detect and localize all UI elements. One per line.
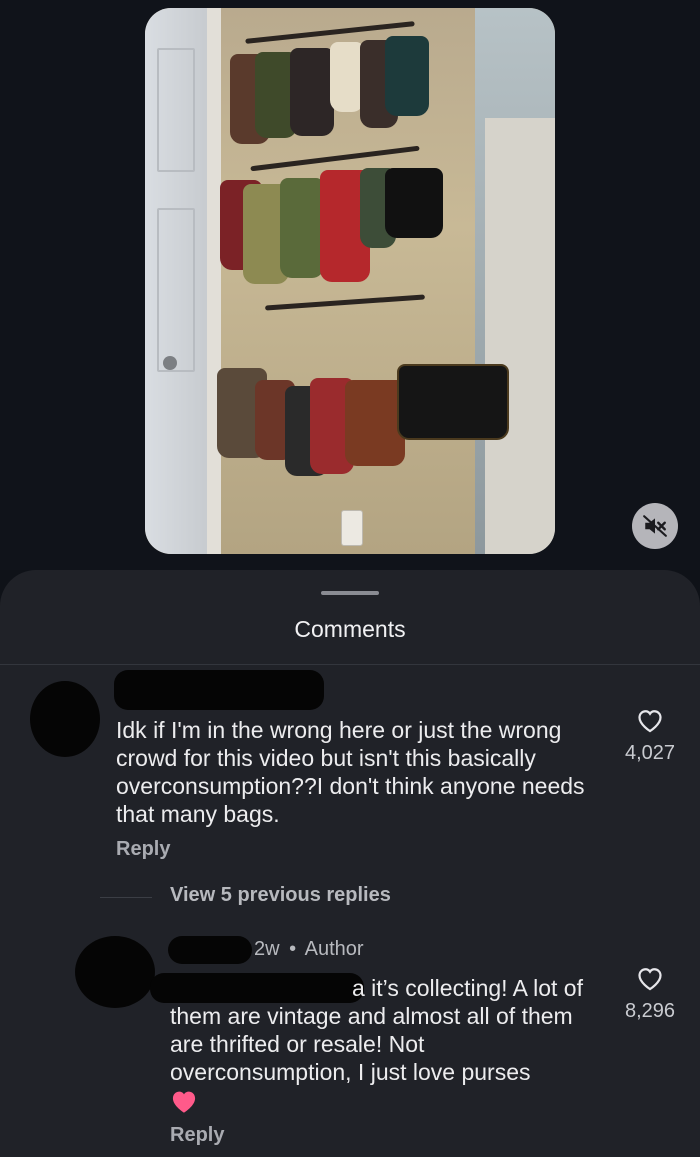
- username-redacted: [168, 936, 252, 964]
- like-button[interactable]: 8,296: [615, 965, 685, 1023]
- bag-rail: [265, 294, 425, 311]
- mute-button[interactable]: [632, 503, 678, 549]
- comment-text: Idk if I'm in the wrong here or just the…: [116, 717, 585, 827]
- meta-separator: •: [289, 938, 297, 960]
- video-player[interactable]: [145, 8, 555, 554]
- volume-muted-icon: [643, 515, 667, 537]
- video-area: [0, 0, 700, 570]
- sheet-drag-handle[interactable]: [321, 591, 379, 595]
- username-redacted: [114, 670, 324, 710]
- divider: [0, 664, 700, 665]
- video-door: [145, 8, 215, 554]
- pink-heart-emoji: [172, 1091, 196, 1113]
- reply-button[interactable]: Reply: [116, 838, 170, 861]
- view-previous-replies-button[interactable]: View 5 previous replies: [170, 884, 391, 907]
- heart-icon: [638, 710, 662, 733]
- wall-outlet: [341, 510, 363, 546]
- comments-sheet: Comments Idk if I'm in the wrong here or…: [0, 570, 700, 1157]
- like-button[interactable]: 4,027: [615, 707, 685, 765]
- reply-meta: 2w • Author: [254, 938, 364, 961]
- author-badge: Author: [304, 938, 364, 960]
- like-count: 8,296: [624, 1000, 676, 1022]
- avatar[interactable]: [30, 681, 100, 757]
- sheet-title: Comments: [294, 616, 406, 642]
- reply-button[interactable]: Reply: [170, 1124, 224, 1147]
- reply-text-body: a it’s collecting! A lot of them are vin…: [170, 975, 583, 1085]
- reply-age: 2w: [254, 938, 280, 960]
- replies-connector: [100, 897, 152, 898]
- like-count: 4,027: [624, 742, 676, 764]
- avatar[interactable]: [75, 936, 155, 1008]
- reply-text: a it’s collecting! A lot of them are vin…: [170, 974, 600, 1114]
- heart-icon: [638, 968, 662, 991]
